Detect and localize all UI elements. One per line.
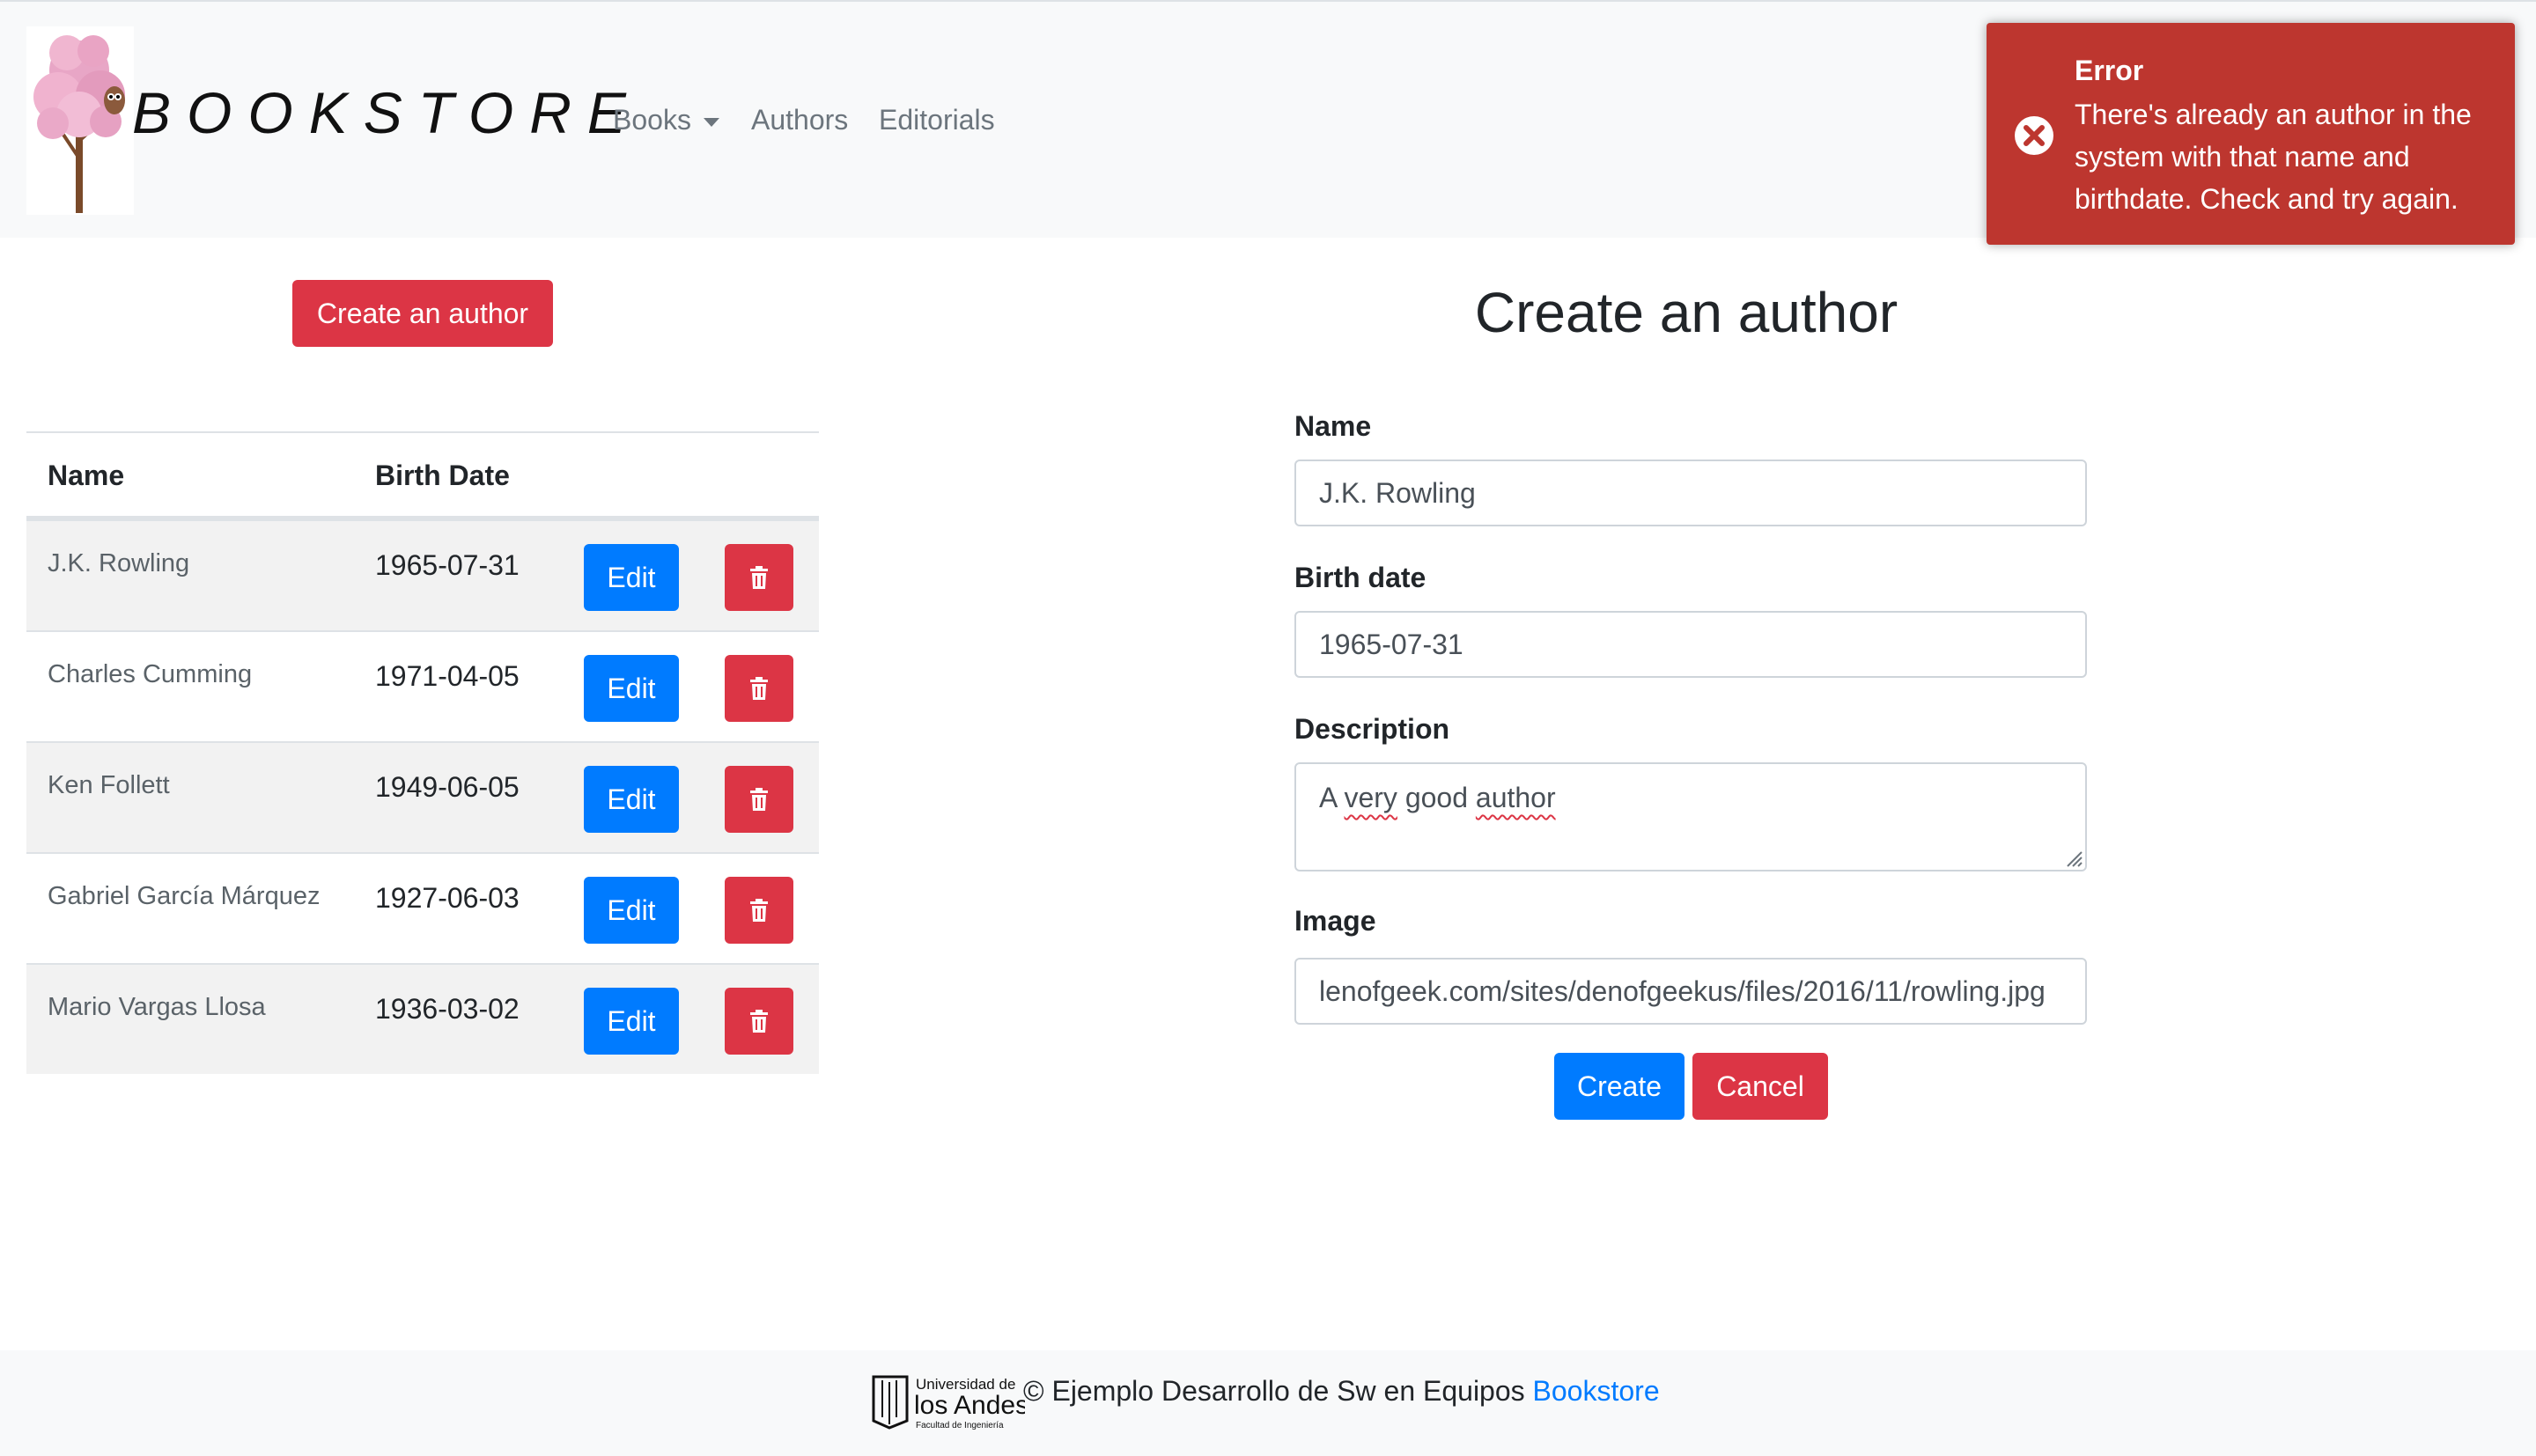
edit-button[interactable]: Edit — [584, 988, 679, 1055]
description-textarea[interactable]: A very good author — [1294, 762, 2087, 871]
trash-icon — [750, 788, 768, 811]
footer-bookstore-link[interactable]: Bookstore — [1533, 1375, 1660, 1407]
image-url-value: lenofgeek.com/sites/denofgeekus/files/20… — [1319, 974, 2046, 1007]
toast-title: Error — [2075, 55, 2144, 86]
bookstore-logo[interactable] — [26, 26, 134, 215]
author-name: Ken Follett — [48, 771, 170, 799]
description-text: A very good author — [1319, 782, 1556, 813]
birth-date-field-value: 1965-07-31 — [1319, 628, 1463, 660]
trash-icon — [750, 566, 768, 589]
error-circle-icon — [2015, 116, 2053, 155]
table-row: Mario Vargas Llosa 1936-03-02 Edit — [26, 963, 819, 1074]
table-row: Charles Cumming 1971-04-05 Edit — [26, 630, 819, 741]
author-birth-date: 1936-03-02 — [375, 993, 520, 1025]
form-title: Create an author — [1474, 281, 1898, 344]
image-label: Image — [1294, 905, 1376, 937]
svg-text:Facultad de Ingeniería: Facultad de Ingeniería — [916, 1421, 1004, 1430]
trash-icon — [750, 677, 768, 700]
author-birth-date: 1971-04-05 — [375, 660, 520, 692]
image-url-field[interactable]: lenofgeek.com/sites/denofgeekus/files/20… — [1294, 958, 2087, 1025]
trash-icon — [750, 899, 768, 922]
author-name: Gabriel García Márquez — [48, 882, 321, 910]
footer-text: © Ejemplo Desarrollo de Sw en Equipos Bo… — [1023, 1375, 1660, 1408]
table-header: Name Birth Date — [26, 431, 819, 519]
birth-date-field[interactable]: 1965-07-31 — [1294, 611, 2087, 678]
create-author-button[interactable]: Create an author — [292, 280, 553, 347]
author-birth-date: 1927-06-03 — [375, 882, 520, 914]
author-name: Charles Cumming — [48, 660, 253, 688]
tree-logo-icon — [33, 35, 125, 213]
trash-icon — [750, 1010, 768, 1033]
delete-button[interactable] — [725, 766, 793, 833]
birth-date-label: Birth date — [1294, 562, 1426, 593]
name-field[interactable]: J.K. Rowling — [1294, 460, 2087, 526]
header-name: Name — [48, 460, 125, 491]
create-button[interactable]: Create — [1554, 1053, 1685, 1120]
delete-button[interactable] — [725, 655, 793, 722]
edit-button[interactable]: Edit — [584, 655, 679, 722]
name-label: Name — [1294, 410, 1372, 442]
resize-handle-icon[interactable] — [2062, 847, 2083, 868]
edit-button[interactable]: Edit — [584, 544, 679, 611]
table-row: J.K. Rowling 1965-07-31 Edit — [26, 519, 819, 630]
delete-button[interactable] — [725, 877, 793, 944]
table-row: Ken Follett 1949-06-05 Edit — [26, 741, 819, 852]
error-toast[interactable]: Error There's already an author in the s… — [1987, 23, 2515, 245]
author-birth-date: 1949-06-05 — [375, 771, 520, 803]
chevron-down-icon — [703, 117, 719, 127]
brand-name[interactable]: BOOKSTORE — [132, 79, 642, 146]
svg-text:los Andes: los Andes — [914, 1391, 1025, 1420]
nav-books-dropdown[interactable]: Books — [613, 104, 719, 136]
header-birth-date: Birth Date — [375, 460, 510, 491]
delete-button[interactable] — [725, 988, 793, 1055]
edit-button[interactable]: Edit — [584, 877, 679, 944]
delete-button[interactable] — [725, 544, 793, 611]
author-birth-date: 1965-07-31 — [375, 549, 520, 581]
description-label: Description — [1294, 713, 1450, 745]
name-field-value: J.K. Rowling — [1319, 476, 1476, 509]
footer-copyright: © Ejemplo Desarrollo de Sw en Equipos — [1023, 1375, 1525, 1407]
table-row: Gabriel García Márquez 1927-06-03 Edit — [26, 852, 819, 963]
author-name: J.K. Rowling — [48, 549, 190, 577]
cancel-button[interactable]: Cancel — [1692, 1053, 1828, 1120]
nav-authors[interactable]: Authors — [751, 104, 848, 136]
uniandes-logo: Universidad de los Andes Facultad de Ing… — [870, 1363, 1028, 1430]
author-name: Mario Vargas Llosa — [48, 993, 266, 1021]
edit-button[interactable]: Edit — [584, 766, 679, 833]
nav-books-label: Books — [613, 104, 691, 136]
footer: Universidad de los Andes Facultad de Ing… — [0, 1350, 2536, 1456]
toast-message: There's already an author in the system … — [2075, 99, 2472, 215]
nav-editorials[interactable]: Editorials — [879, 104, 995, 136]
